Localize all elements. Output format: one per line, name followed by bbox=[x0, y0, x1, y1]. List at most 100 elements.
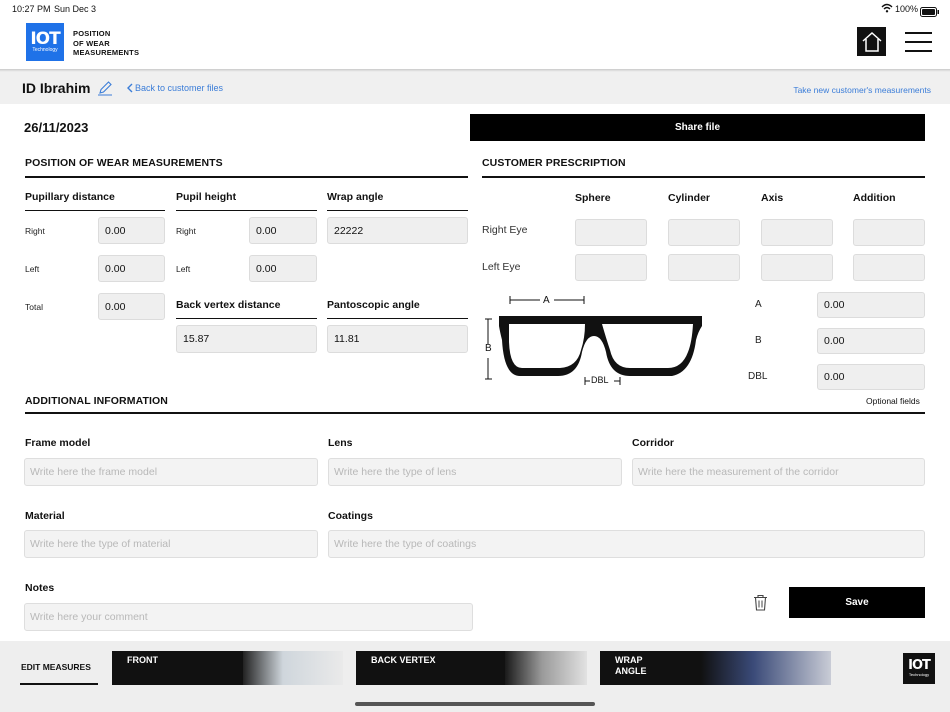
customer-name: ID Ibrahim bbox=[22, 80, 91, 96]
pd-left-field[interactable]: 0.00 bbox=[98, 255, 165, 282]
wrap-angle-thumbnail-label: WRAP ANGLE bbox=[615, 655, 647, 676]
frame-model-input[interactable]: Write here the frame model bbox=[24, 458, 318, 486]
wear-section-rule bbox=[25, 176, 468, 178]
coatings-label: Coatings bbox=[328, 510, 373, 522]
frame-dbl-field[interactable]: 0.00 bbox=[817, 364, 925, 390]
home-icon bbox=[862, 31, 881, 52]
right-eye-label: Right Eye bbox=[482, 224, 528, 236]
corridor-input[interactable]: Write here the measurement of the corrid… bbox=[632, 458, 925, 486]
pd-total-field[interactable]: 0.00 bbox=[98, 293, 165, 320]
pd-right-field[interactable]: 0.00 bbox=[98, 217, 165, 244]
glasses-frame-diagram bbox=[482, 292, 707, 388]
frame-a-field[interactable]: 0.00 bbox=[817, 292, 925, 318]
brand-logo-small: IOT Technology bbox=[903, 653, 935, 684]
additional-section-rule bbox=[25, 412, 925, 414]
ph-right-field[interactable]: 0.00 bbox=[249, 217, 317, 244]
back-vertex-thumbnail[interactable]: BACK VERTEX bbox=[356, 651, 587, 685]
logo-small-subtext: Technology bbox=[908, 672, 930, 677]
front-thumbnail-label: FRONT bbox=[127, 655, 158, 665]
logo-small-text: IOT bbox=[908, 658, 931, 673]
back-link-label: Back to customer files bbox=[135, 83, 224, 93]
front-photo bbox=[243, 651, 343, 685]
left-cylinder-field[interactable] bbox=[668, 254, 740, 281]
trash-icon[interactable] bbox=[753, 594, 768, 616]
hamburger-menu-button[interactable] bbox=[905, 32, 932, 52]
logo-subtext: Technology bbox=[32, 46, 58, 53]
wrap-angle-thumbnail[interactable]: WRAP ANGLE bbox=[600, 651, 831, 685]
notes-label: Notes bbox=[25, 582, 55, 594]
col-addition: Addition bbox=[853, 192, 896, 204]
back-vertex-thumbnail-label: BACK VERTEX bbox=[371, 655, 436, 665]
app-title: POSITION OF WEAR MEASUREMENTS bbox=[73, 29, 139, 58]
back-vertex-field[interactable]: 15.87 bbox=[176, 325, 317, 353]
edit-measures-tab[interactable]: EDIT MEASURES bbox=[21, 662, 91, 672]
save-button[interactable]: Save bbox=[789, 587, 925, 618]
wrap-angle-label: Wrap angle bbox=[327, 191, 384, 203]
lens-input[interactable]: Write here the type of lens bbox=[328, 458, 622, 486]
col-axis: Axis bbox=[761, 192, 784, 204]
home-indicator bbox=[355, 702, 595, 706]
brand-logo: IOT Technology bbox=[26, 23, 64, 61]
col-sphere: Sphere bbox=[575, 192, 611, 204]
front-thumbnail[interactable]: FRONT bbox=[112, 651, 343, 685]
divider bbox=[327, 318, 468, 319]
edit-measures-underline bbox=[20, 683, 98, 685]
divider bbox=[176, 318, 317, 319]
corridor-label: Corridor bbox=[632, 437, 674, 449]
additional-section-title: ADDITIONAL INFORMATION bbox=[25, 395, 168, 407]
measurement-date: 26/11/2023 bbox=[24, 120, 89, 135]
material-input[interactable]: Write here the type of material bbox=[24, 530, 318, 558]
right-sphere-field[interactable] bbox=[575, 219, 647, 246]
pantoscopic-field[interactable]: 11.81 bbox=[327, 325, 468, 353]
back-vertex-label: Back vertex distance bbox=[176, 299, 281, 311]
frame-b-label: B bbox=[755, 335, 762, 346]
frame-a-marker: A bbox=[543, 295, 550, 306]
ph-left-field[interactable]: 0.00 bbox=[249, 255, 317, 282]
status-date: Sun Dec 3 bbox=[54, 4, 97, 14]
notes-input[interactable]: Write here your comment bbox=[24, 603, 473, 631]
frame-b-marker: B bbox=[485, 343, 492, 354]
pupillary-distance-label: Pupillary distance bbox=[25, 191, 115, 203]
frame-dbl-marker: DBL bbox=[591, 375, 609, 385]
ph-right-label: Right bbox=[176, 226, 196, 236]
app-title-line3: MEASUREMENTS bbox=[73, 48, 140, 57]
wear-section-title: POSITION OF WEAR MEASUREMENTS bbox=[25, 157, 223, 169]
frame-dbl-label: DBL bbox=[748, 371, 768, 382]
home-button[interactable] bbox=[857, 27, 886, 56]
frame-model-label: Frame model bbox=[25, 437, 91, 449]
share-file-button[interactable]: Share file bbox=[470, 114, 925, 141]
battery-icon bbox=[920, 4, 940, 22]
pd-right-label: Right bbox=[25, 226, 45, 236]
pd-left-label: Left bbox=[25, 264, 40, 274]
prescription-section-rule bbox=[482, 176, 925, 178]
new-measurements-link[interactable]: Take new customer's measurements bbox=[793, 85, 931, 95]
frame-a-label: A bbox=[755, 299, 762, 310]
frame-b-field[interactable]: 0.00 bbox=[817, 328, 925, 354]
prescription-section-title: CUSTOMER PRESCRIPTION bbox=[482, 157, 626, 169]
ph-left-label: Left bbox=[176, 264, 191, 274]
right-cylinder-field[interactable] bbox=[668, 219, 740, 246]
status-time: 10:27 PM bbox=[12, 4, 51, 14]
chevron-left-icon bbox=[127, 83, 133, 93]
app-title-line2: OF WEAR bbox=[73, 38, 110, 48]
divider bbox=[176, 210, 317, 211]
back-to-customers-link[interactable]: Back to customer files bbox=[126, 83, 223, 93]
left-axis-field[interactable] bbox=[761, 254, 833, 281]
optional-fields-note: Optional fields bbox=[866, 396, 920, 406]
left-addition-field[interactable] bbox=[853, 254, 925, 281]
divider bbox=[327, 210, 468, 211]
wrap-angle-field[interactable]: 22222 bbox=[327, 217, 468, 244]
logo-text: IOT bbox=[30, 28, 60, 49]
edit-pencil-icon[interactable] bbox=[97, 80, 113, 96]
pd-total-label: Total bbox=[25, 302, 43, 312]
lens-label: Lens bbox=[328, 437, 353, 449]
battery-percent: 100% bbox=[895, 4, 919, 14]
pupil-height-label: Pupil height bbox=[176, 191, 237, 203]
left-sphere-field[interactable] bbox=[575, 254, 647, 281]
col-cylinder: Cylinder bbox=[668, 192, 711, 204]
app-title-line1: POSITION bbox=[73, 29, 111, 38]
pantoscopic-label: Pantoscopic angle bbox=[327, 299, 420, 311]
coatings-input[interactable]: Write here the type of coatings bbox=[328, 530, 925, 558]
right-axis-field[interactable] bbox=[761, 219, 833, 246]
right-addition-field[interactable] bbox=[853, 219, 925, 246]
